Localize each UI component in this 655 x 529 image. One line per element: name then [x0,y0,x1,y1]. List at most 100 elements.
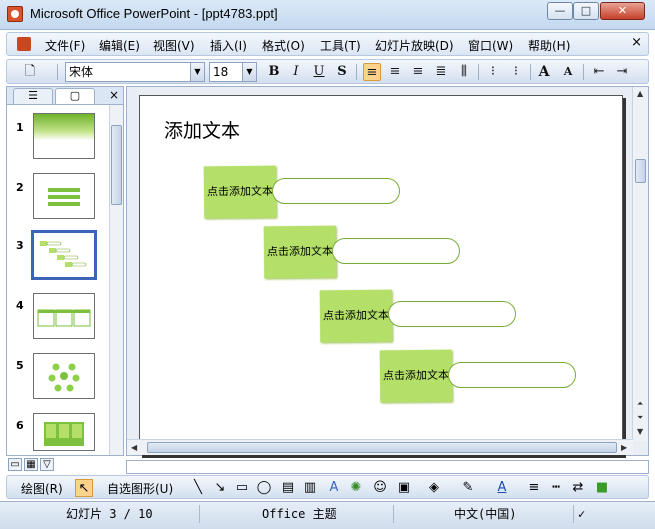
text-box-3[interactable]: 点击添加文本 [319,289,393,343]
rounded-shape-1[interactable] [272,178,400,204]
menu-help[interactable]: 帮助(H) [528,37,570,54]
dash-style-icon[interactable]: ┅ [547,479,565,497]
align-left-icon[interactable]: ≡ [363,63,381,81]
status-bar: 幻灯片 3 / 10 Office 主题 中文(中国) ✓ [0,501,655,529]
numbered-list-icon[interactable]: ⁝ [484,63,502,81]
scroll-up-icon[interactable]: ▲ [637,89,643,98]
slide-number: 1 [16,121,24,134]
document-icon[interactable] [17,37,31,51]
maximize-button[interactable]: □ [573,2,599,20]
diagram-icon[interactable]: ✺ [347,479,365,497]
bulleted-list-icon[interactable]: ⁝ [507,63,525,81]
powerpoint-app-icon[interactable] [7,6,23,22]
slide-thumbnail-3[interactable] [31,230,97,280]
thumbnail-graphic [44,422,84,446]
text-direction-icon[interactable]: ⫼ [455,63,473,81]
slide-thumbnail-2[interactable] [33,173,95,219]
slide-thumbnail-1[interactable] [33,113,95,159]
menu-tools[interactable]: 工具(T) [320,37,361,54]
oval-icon[interactable]: ◯ [255,479,273,497]
normal-view-icon[interactable]: ▭ [8,458,22,471]
line-icon[interactable]: ╲ [189,479,207,497]
minimize-button[interactable]: — [547,2,573,20]
pane-close-icon[interactable]: × [109,88,119,102]
slides-pane-scrollbar[interactable] [109,105,123,455]
rounded-shape-4[interactable] [448,362,576,388]
spelling-check-icon[interactable]: ✓ [578,505,608,523]
rounded-shape-3[interactable] [388,301,516,327]
menu-insert[interactable]: 插入(I) [210,37,247,54]
justify-icon[interactable]: ≣ [432,63,450,81]
scroll-down-icon[interactable]: ▼ [637,427,643,436]
slide-thumbnail-5[interactable] [33,353,95,399]
next-slide-icon[interactable]: ⏷ [637,413,643,423]
rounded-shape-2[interactable] [332,238,460,264]
line-style-icon[interactable]: ≡ [525,479,543,497]
text-box-2[interactable]: 点击添加文本 [263,225,337,279]
decrease-indent-icon[interactable]: ⇤ [590,63,608,81]
menu-window[interactable]: 窗口(W) [468,37,513,54]
slide-canvas[interactable]: 添加文本 点击添加文本 点击添加文本 点击添加文本 点击添加文本 [139,95,623,455]
increase-indent-icon[interactable]: ⇥ [613,63,631,81]
scroll-left-icon[interactable]: ◀ [131,443,137,452]
rectangle-icon[interactable]: ▭ [233,479,251,497]
menu-format[interactable]: 格式(O) [262,37,305,54]
menu-file[interactable]: 文件(F) [45,37,85,54]
slideshow-view-icon[interactable]: ▽ [40,458,54,471]
text-box-icon[interactable]: ▤ [279,479,297,497]
text-box-1[interactable]: 点击添加文本 [203,165,277,219]
picture-icon[interactable]: ▣ [395,479,413,497]
tab-outline[interactable]: ☰ [13,88,53,104]
grow-font-button[interactable]: A [535,63,553,81]
slide-title[interactable]: 添加文本 [164,116,240,143]
shadow-style-icon[interactable]: ■ [593,479,611,497]
thumbnail-graphic [48,188,80,206]
slides-pane: ☰ ▢ × 1 2 3 4 5 6 [6,86,124,456]
previous-slide-icon[interactable]: ⏶ [637,399,643,409]
vertical-scrollbar[interactable]: ▲ ⏶ ⏷ ▼ [632,87,648,441]
line-color-icon[interactable]: ✎ [459,479,477,497]
new-document-icon[interactable]: 🗋 [21,63,39,81]
shrink-font-button[interactable]: A [559,63,577,81]
draw-menu[interactable]: 绘图(R) [21,480,63,497]
window-title: Microsoft Office PowerPoint - [ppt4783.p… [30,6,278,21]
align-right-icon[interactable]: ≡ [409,63,427,81]
text-box-4[interactable]: 点击添加文本 [379,349,453,403]
underline-button[interactable]: U [310,63,328,81]
font-name-select[interactable]: 宋体 ▼ [65,62,205,82]
font-color-icon[interactable]: A [493,479,511,497]
arrow-icon[interactable]: ↘ [211,479,229,497]
align-center-icon[interactable]: ≡ [386,63,404,81]
menu-view[interactable]: 视图(V) [153,37,195,54]
formatting-toolbar: 🗋 宋体 ▼ 18 ▼ B I U S ≡ ≡ ≡ ≣ ⫼ ⁝ ⁝ A A ⇤ … [6,59,649,84]
scrollbar-thumb[interactable] [111,125,122,205]
document-close-icon[interactable]: × [631,35,642,50]
insert-wordart-icon[interactable]: A [325,479,343,497]
arrow-style-icon[interactable]: ⇄ [569,479,587,497]
scroll-right-icon[interactable]: ▶ [621,443,627,452]
fill-color-icon[interactable]: ◈ [425,479,443,497]
wordart-icon[interactable]: ▥ [301,479,319,497]
clip-art-icon[interactable]: ☺ [371,479,389,497]
scrollbar-thumb[interactable] [635,159,646,183]
font-size-select[interactable]: 18 ▼ [209,62,257,82]
slide-thumbnail-4[interactable] [33,293,95,339]
chevron-down-icon[interactable]: ▼ [242,63,256,81]
menu-slideshow[interactable]: 幻灯片放映(D) [375,37,454,54]
close-button[interactable]: ✕ [600,2,645,20]
italic-button[interactable]: I [287,63,305,81]
horizontal-scrollbar[interactable]: ◀ ▶ [127,439,633,455]
slide-counter: 幻灯片 3 / 10 [0,505,200,523]
select-pointer-icon[interactable]: ↖ [75,479,93,497]
chevron-down-icon[interactable]: ▼ [190,63,204,81]
slide-sorter-icon[interactable]: ▦ [24,458,38,471]
font-size-value: 18 [213,65,229,79]
tab-slides[interactable]: ▢ [55,88,95,104]
menu-edit[interactable]: 编辑(E) [99,37,140,54]
slide-thumbnail-6[interactable] [33,413,95,451]
bold-button[interactable]: B [265,63,283,81]
autoshapes-menu[interactable]: 自选图形(U) [107,480,173,497]
notes-pane[interactable] [126,460,649,474]
scrollbar-thumb[interactable] [147,442,617,453]
shadow-button[interactable]: S [333,63,351,81]
